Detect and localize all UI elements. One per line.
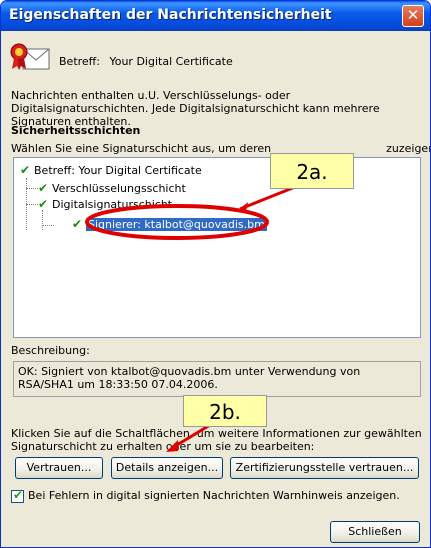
select-layer-hint-start: Wählen Sie eine Signaturschicht aus, um … [11, 142, 272, 155]
green-checkmark-icon: ✔ [72, 217, 83, 231]
warning-checkbox[interactable]: ✔ [11, 487, 24, 503]
trust-button[interactable]: Vertrauen... [15, 457, 103, 479]
warning-checkbox-row[interactable]: ✔ Bei Fehlern in digital signierten Nachr… [11, 487, 400, 503]
tree-item-digital-signature-layer[interactable]: ✔ Digitalsignaturschicht [38, 196, 172, 212]
title-bar[interactable]: Eigenschaften der Nachrichtensicherheit … [1, 1, 430, 31]
tree-item-encryption-layer[interactable]: ✔ Verschlüsselungsschicht [38, 180, 186, 196]
tree-item-signer[interactable]: ✔ Signierer: ktalbot@quovadis.bm [72, 216, 267, 232]
tree-item-subject[interactable]: ✔ Betreff: Your Digital Certificate [20, 162, 202, 178]
select-layer-hint-end: zuzeigen. [386, 142, 430, 155]
close-icon[interactable]: ✕ [402, 5, 424, 27]
certificate-seal-envelope-icon [10, 43, 50, 70]
green-checkmark-icon: ✔ [38, 181, 49, 195]
window-title: Eigenschaften der Nachrichtensicherheit [9, 7, 332, 23]
tree-item-label-selected: Signierer: ktalbot@quovadis.bm [86, 218, 267, 231]
help-text: Klicken Sie auf die Schaltflächen, um we… [11, 427, 422, 453]
green-checkmark-icon: ✔ [38, 197, 49, 211]
subject-label: Betreff: [59, 55, 100, 68]
tree-item-label: Betreff: Your Digital Certificate [34, 164, 202, 177]
security-layers-heading: Sicherheitsschichten [11, 124, 141, 137]
intro-text: Nachrichten enthalten u.U. Verschlüsselu… [11, 89, 380, 128]
tree-item-label: Verschlüsselungsschicht [52, 182, 186, 195]
tree-item-label: Digitalsignaturschicht [52, 198, 173, 211]
security-layers-tree[interactable]: ✔ Betreff: Your Digital Certificate ✔ Vers… [13, 157, 421, 338]
description-label: Beschreibung: [11, 344, 90, 357]
checkbox-check-icon: ✔ [13, 487, 24, 502]
subject-line: Betreff: Your Digital Certificate [59, 55, 233, 68]
subject-value: Your Digital Certificate [109, 55, 233, 68]
warning-checkbox-label: Bei Fehlern in digital signierten Nachri… [28, 489, 400, 502]
details-button[interactable]: Details anzeigen... [111, 457, 223, 479]
callout-2b: 2b. [183, 395, 267, 427]
callout-2a: 2a. [270, 153, 354, 189]
description-box: OK: Signiert von ktalbot@quovadis.bm unt… [13, 361, 421, 397]
close-button[interactable]: Schließen [330, 521, 420, 543]
select-layer-hint: Wählen Sie eine Signaturschicht aus, um … [11, 142, 430, 155]
security-properties-dialog: Eigenschaften der Nachrichtensicherheit … [0, 0, 431, 548]
green-checkmark-icon: ✔ [20, 163, 31, 177]
trust-ca-button[interactable]: Zertifizierungsstelle vertrauen... [230, 457, 419, 479]
